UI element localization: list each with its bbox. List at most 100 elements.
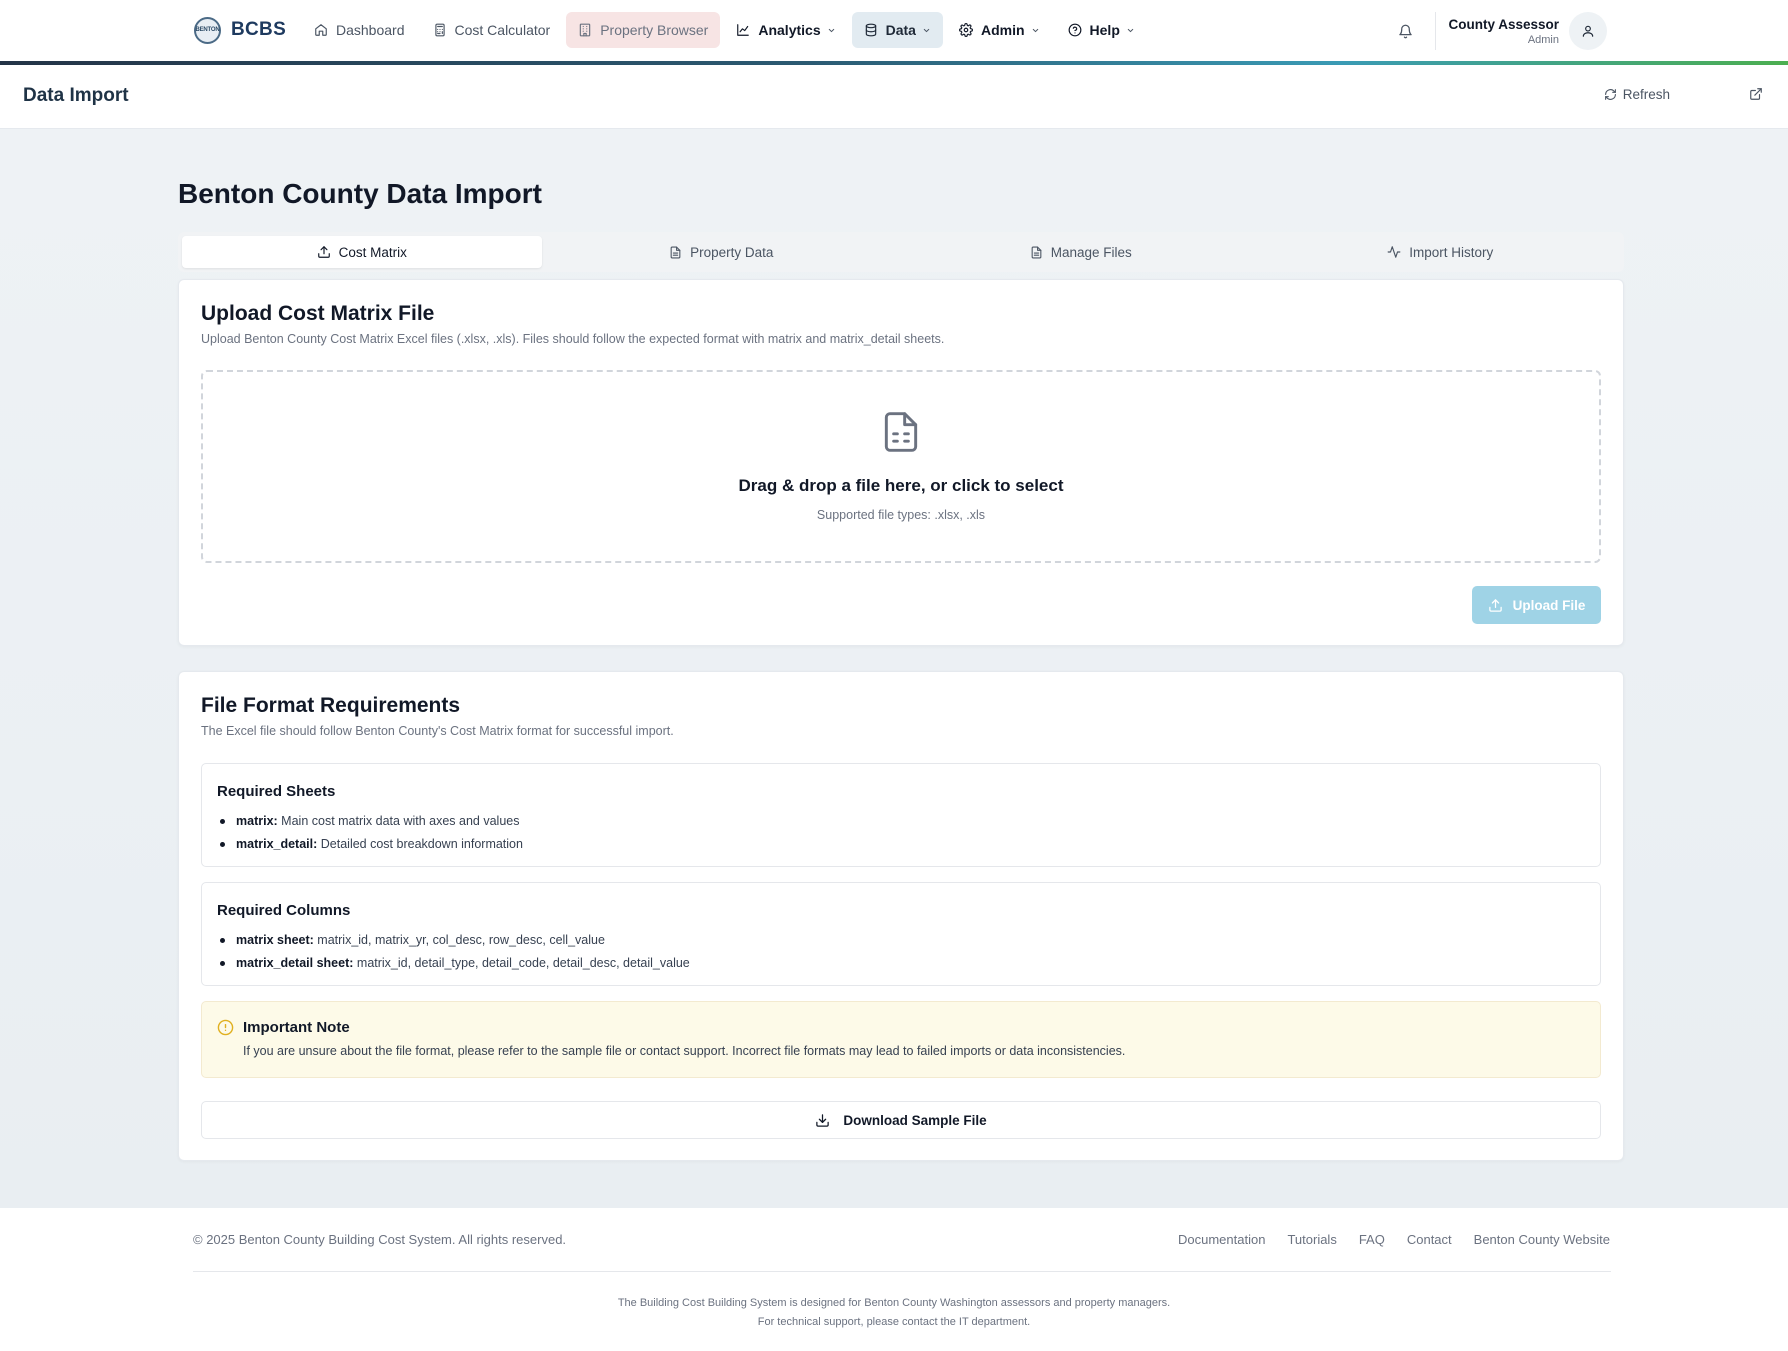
brand[interactable]: BENTON BCBS <box>194 16 286 44</box>
nav-item-admin[interactable]: Admin <box>947 12 1052 48</box>
file-dropzone[interactable]: Drag & drop a file here, or click to sel… <box>201 370 1601 563</box>
info-icon <box>217 1019 234 1036</box>
user-icon <box>1582 25 1594 37</box>
upload-icon <box>1488 598 1502 612</box>
list-item: matrix_detail: Detailed cost breakdown i… <box>220 833 523 856</box>
help-circle-icon <box>1068 23 1081 37</box>
list-item: matrix_detail sheet: matrix_id, detail_t… <box>220 952 690 975</box>
nav-item-label: Dashboard <box>336 22 405 38</box>
bell-icon <box>1399 24 1412 38</box>
sheet-name: matrix: <box>236 814 278 828</box>
dropzone-title: Drag & drop a file here, or click to sel… <box>738 476 1064 495</box>
note-title: Important Note <box>243 1019 350 1036</box>
tab-label: Manage Files <box>1050 244 1132 260</box>
dropzone-subtitle: Supported file types: .xlsx, .xls <box>816 508 986 522</box>
nav-item-property-browser[interactable]: Property Browser <box>566 12 721 48</box>
sheet-desc: Main cost matrix data with axes and valu… <box>281 814 520 828</box>
avatar[interactable] <box>1569 12 1607 50</box>
line-chart-icon <box>737 24 750 36</box>
download-sample-button[interactable]: Download Sample File <box>201 1101 1601 1139</box>
tab-property-data[interactable]: Property Data <box>542 236 902 268</box>
notifications-button[interactable] <box>1387 13 1423 49</box>
tab-import-history[interactable]: Import History <box>1261 236 1621 268</box>
footer-link-documentation[interactable]: Documentation <box>1178 1232 1265 1247</box>
page-title: Data Import <box>23 85 129 106</box>
tab-cost-matrix[interactable]: Cost Matrix <box>182 236 542 268</box>
required-sheets-list: matrix: Main cost matrix data with axes … <box>220 810 523 856</box>
nav-right: County Assessor Admin <box>1387 12 1607 50</box>
footer-links: Documentation Tutorials FAQ Contact Bent… <box>1178 1232 1610 1247</box>
tab-label: Property Data <box>690 244 774 260</box>
footer-note: The Building Cost Building System is des… <box>617 1297 1171 1309</box>
upload-file-button[interactable]: Upload File <box>1472 586 1601 624</box>
nav-item-label: Property Browser <box>600 22 709 38</box>
main-nav: Dashboard Cost Calculator Property Brows… <box>302 12 1147 48</box>
note-text: If you are unsure about the file format,… <box>243 1044 1126 1058</box>
nav-item-analytics[interactable]: Analytics <box>724 12 847 48</box>
required-columns-box: Required Columns matrix sheet: matrix_id… <box>201 882 1601 986</box>
import-tabs: Cost Matrix Property Data Manage Files I… <box>178 232 1624 272</box>
refresh-label: Refresh <box>1622 87 1670 102</box>
nav-item-dashboard[interactable]: Dashboard <box>302 12 417 48</box>
upload-card-description: Upload Benton County Cost Matrix Excel f… <box>201 332 945 346</box>
footer: © 2025 Benton County Building Cost Syste… <box>0 1208 1788 1351</box>
chevron-down-icon <box>1032 28 1038 32</box>
building-icon <box>579 23 591 37</box>
format-card-description: The Excel file should follow Benton Coun… <box>201 724 674 738</box>
chevron-down-icon <box>828 28 834 32</box>
main-heading: Benton County Data Import <box>178 178 542 209</box>
file-icon <box>1031 246 1042 258</box>
spreadsheet-file-icon <box>884 412 918 452</box>
format-requirements-card: File Format Requirements The Excel file … <box>178 671 1624 1161</box>
required-columns-list: matrix sheet: matrix_id, matrix_yr, col_… <box>220 929 690 975</box>
download-button-label: Download Sample File <box>843 1112 987 1128</box>
home-icon <box>315 24 327 36</box>
column-sheet-name: matrix_detail sheet: <box>236 955 354 970</box>
user-name: County Assessor <box>1448 16 1559 32</box>
footer-link-faq[interactable]: FAQ <box>1359 1232 1385 1247</box>
upload-card-title: Upload Cost Matrix File <box>201 302 435 325</box>
required-sheets-title: Required Sheets <box>217 783 336 800</box>
chevron-down-icon <box>923 28 930 32</box>
download-icon <box>816 1113 830 1127</box>
nav-item-data[interactable]: Data <box>851 12 943 48</box>
footer-link-county-website[interactable]: Benton County Website <box>1474 1232 1610 1247</box>
format-card-title: File Format Requirements <box>201 694 461 717</box>
nav-item-help[interactable]: Help <box>1056 12 1147 48</box>
external-link-icon <box>1750 88 1762 100</box>
list-item: matrix sheet: matrix_id, matrix_yr, col_… <box>220 929 690 952</box>
important-note: Important Note If you are unsure about t… <box>201 1001 1601 1078</box>
column-list: matrix_id, matrix_yr, col_desc, row_desc… <box>317 933 605 947</box>
user-info[interactable]: County Assessor Admin <box>1448 17 1559 46</box>
column-sheet-name: matrix sheet: <box>236 933 314 947</box>
upload-button-label: Upload File <box>1512 597 1586 613</box>
sheet-name: matrix_detail: <box>236 836 318 851</box>
nav-item-label: Admin <box>980 22 1025 38</box>
county-seal-logo: BENTON <box>194 16 221 44</box>
required-sheets-box: Required Sheets matrix: Main cost matrix… <box>201 763 1601 867</box>
brand-name: BCBS <box>231 19 287 40</box>
nav-item-label: Analytics <box>758 22 821 38</box>
nav-divider <box>1435 12 1437 50</box>
sheet-desc: Detailed cost breakdown information <box>320 836 523 851</box>
upload-card: Upload Cost Matrix File Upload Benton Co… <box>178 279 1624 646</box>
footer-link-tutorials[interactable]: Tutorials <box>1287 1232 1336 1247</box>
refresh-button[interactable]: Refresh <box>1604 87 1670 102</box>
required-columns-title: Required Columns <box>217 902 351 919</box>
chevron-down-icon <box>1127 28 1134 32</box>
refresh-icon <box>1604 89 1616 100</box>
page-header: Data Import Refresh <box>0 65 1788 129</box>
nav-item-label: Cost Calculator <box>454 22 551 38</box>
footer-link-contact[interactable]: Contact <box>1407 1232 1452 1247</box>
tab-manage-files[interactable]: Manage Files <box>901 236 1261 268</box>
gear-icon <box>959 23 973 37</box>
footer-divider <box>193 1271 1611 1272</box>
nav-item-cost-calculator[interactable]: Cost Calculator <box>421 12 563 48</box>
database-icon <box>865 23 876 37</box>
user-role: Admin <box>1527 33 1559 46</box>
open-external-button[interactable] <box>1749 87 1763 101</box>
tab-label: Import History <box>1409 244 1494 260</box>
file-text-icon <box>670 246 681 258</box>
nav-item-label: Help <box>1089 22 1120 38</box>
nav-item-label: Data <box>885 22 916 38</box>
